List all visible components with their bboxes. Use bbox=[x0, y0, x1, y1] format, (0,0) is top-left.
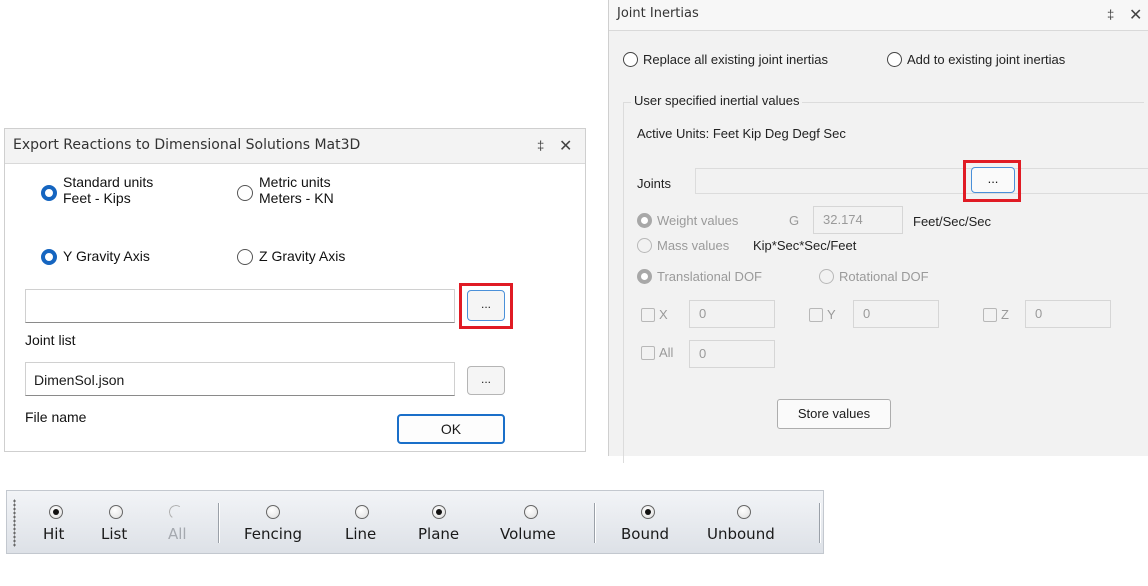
x-label: X bbox=[659, 307, 668, 322]
unbound-radio[interactable] bbox=[737, 505, 751, 519]
z-gravity-radio[interactable] bbox=[237, 249, 253, 265]
hit-radio[interactable] bbox=[49, 505, 63, 519]
selection-toolbar: Hit List All Fencing Line Plane Volume B… bbox=[6, 490, 824, 554]
replace-inertias-radio[interactable] bbox=[623, 52, 638, 67]
joint-list-browse-button[interactable]: ... bbox=[467, 290, 505, 321]
pin-icon[interactable]: ‡ bbox=[1107, 7, 1114, 22]
active-units-text: Active Units: Feet Kip Deg Degf Sec bbox=[637, 126, 846, 141]
metric-units-label: Metric units bbox=[259, 174, 331, 190]
toolbar-grip[interactable] bbox=[13, 499, 16, 547]
standard-units-radio[interactable] bbox=[41, 185, 57, 201]
g-units-label: Feet/Sec/Sec bbox=[913, 214, 992, 229]
close-icon[interactable]: ✕ bbox=[1129, 5, 1142, 25]
z-label: Z bbox=[1001, 307, 1009, 322]
all-input: 0 bbox=[689, 340, 775, 368]
export-panel-titlebar: Export Reactions to Dimensional Solution… bbox=[5, 129, 585, 164]
all-label: All bbox=[168, 525, 187, 543]
joints-label: Joints bbox=[637, 176, 671, 191]
toolbar-separator bbox=[218, 503, 219, 543]
mass-values-label: Mass values bbox=[657, 238, 730, 253]
z-input: 0 bbox=[1025, 300, 1111, 328]
add-inertias-label: Add to existing joint inertias bbox=[907, 52, 1066, 67]
joints-browse-button[interactable]: ... bbox=[971, 167, 1015, 193]
ok-button[interactable]: OK bbox=[397, 414, 505, 444]
z-gravity-label: Z Gravity Axis bbox=[259, 248, 346, 264]
fencing-label[interactable]: Fencing bbox=[244, 525, 302, 543]
joints-input[interactable] bbox=[695, 168, 1148, 194]
replace-inertias-label: Replace all existing joint inertias bbox=[643, 52, 828, 67]
y-input: 0 bbox=[853, 300, 939, 328]
group-title: User specified inertial values bbox=[631, 93, 803, 108]
line-radio[interactable] bbox=[355, 505, 369, 519]
volume-radio[interactable] bbox=[524, 505, 538, 519]
x-input: 0 bbox=[689, 300, 775, 328]
joint-list-input[interactable] bbox=[25, 289, 455, 323]
unbound-label[interactable]: Unbound bbox=[707, 525, 775, 543]
file-name-label: File name bbox=[25, 409, 87, 425]
toolbar-separator bbox=[594, 503, 595, 543]
file-name-input[interactable]: DimenSol.json bbox=[25, 362, 455, 396]
close-icon[interactable]: ✕ bbox=[559, 136, 572, 156]
translational-dof-label: Translational DOF bbox=[657, 269, 762, 284]
standard-units-sublabel: Feet - Kips bbox=[63, 190, 131, 206]
standard-units-label: Standard units bbox=[63, 174, 154, 190]
y-gravity-label: Y Gravity Axis bbox=[63, 248, 150, 264]
list-radio[interactable] bbox=[109, 505, 123, 519]
all-radio bbox=[167, 503, 185, 521]
joint-inertias-panel: Joint Inertias ‡ ✕ Replace all existing … bbox=[608, 0, 1148, 463]
all-label: All bbox=[659, 345, 674, 360]
line-label[interactable]: Line bbox=[345, 525, 376, 543]
y-label: Y bbox=[827, 307, 836, 322]
fencing-radio[interactable] bbox=[266, 505, 280, 519]
metric-units-sublabel: Meters - KN bbox=[259, 190, 334, 206]
x-checkbox bbox=[641, 308, 655, 322]
export-panel-title: Export Reactions to Dimensional Solution… bbox=[13, 137, 361, 153]
bound-radio[interactable] bbox=[641, 505, 655, 519]
mass-values-radio bbox=[637, 238, 652, 253]
list-label[interactable]: List bbox=[101, 525, 127, 543]
z-checkbox bbox=[983, 308, 997, 322]
g-input: 32.174 bbox=[813, 206, 903, 234]
plane-label[interactable]: Plane bbox=[418, 525, 459, 543]
all-checkbox bbox=[641, 346, 655, 360]
translational-dof-radio bbox=[637, 269, 652, 284]
rotational-dof-radio bbox=[819, 269, 834, 284]
joint-list-label: Joint list bbox=[25, 332, 76, 348]
plane-radio[interactable] bbox=[432, 505, 446, 519]
rotational-dof-label: Rotational DOF bbox=[839, 269, 929, 284]
y-checkbox bbox=[809, 308, 823, 322]
inertias-panel-title: Joint Inertias bbox=[617, 6, 699, 21]
file-name-browse-button[interactable]: ... bbox=[467, 366, 505, 395]
weight-values-label: Weight values bbox=[657, 213, 739, 228]
volume-label[interactable]: Volume bbox=[500, 525, 556, 543]
mass-units-label: Kip*Sec*Sec/Feet bbox=[753, 238, 857, 253]
toolbar-separator bbox=[819, 503, 820, 543]
weight-values-radio bbox=[637, 213, 652, 228]
metric-units-radio[interactable] bbox=[237, 185, 253, 201]
add-inertias-radio[interactable] bbox=[887, 52, 902, 67]
bound-label[interactable]: Bound bbox=[621, 525, 669, 543]
export-reactions-panel: Export Reactions to Dimensional Solution… bbox=[4, 128, 586, 452]
y-gravity-radio[interactable] bbox=[41, 249, 57, 265]
g-label: G bbox=[789, 213, 800, 228]
store-values-button[interactable]: Store values bbox=[777, 399, 891, 429]
hit-label[interactable]: Hit bbox=[43, 525, 64, 543]
pin-icon[interactable]: ‡ bbox=[537, 138, 544, 153]
inertias-panel-titlebar: Joint Inertias ‡ ✕ bbox=[609, 0, 1148, 31]
